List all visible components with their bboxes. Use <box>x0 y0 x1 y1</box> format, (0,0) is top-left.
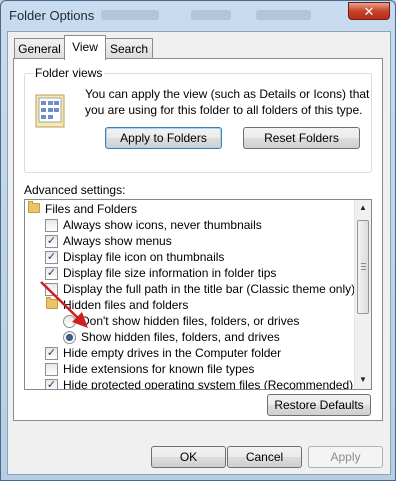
tab-view[interactable]: View <box>64 35 106 60</box>
tab-label: View <box>72 40 98 54</box>
annotation-arrow <box>40 281 88 328</box>
